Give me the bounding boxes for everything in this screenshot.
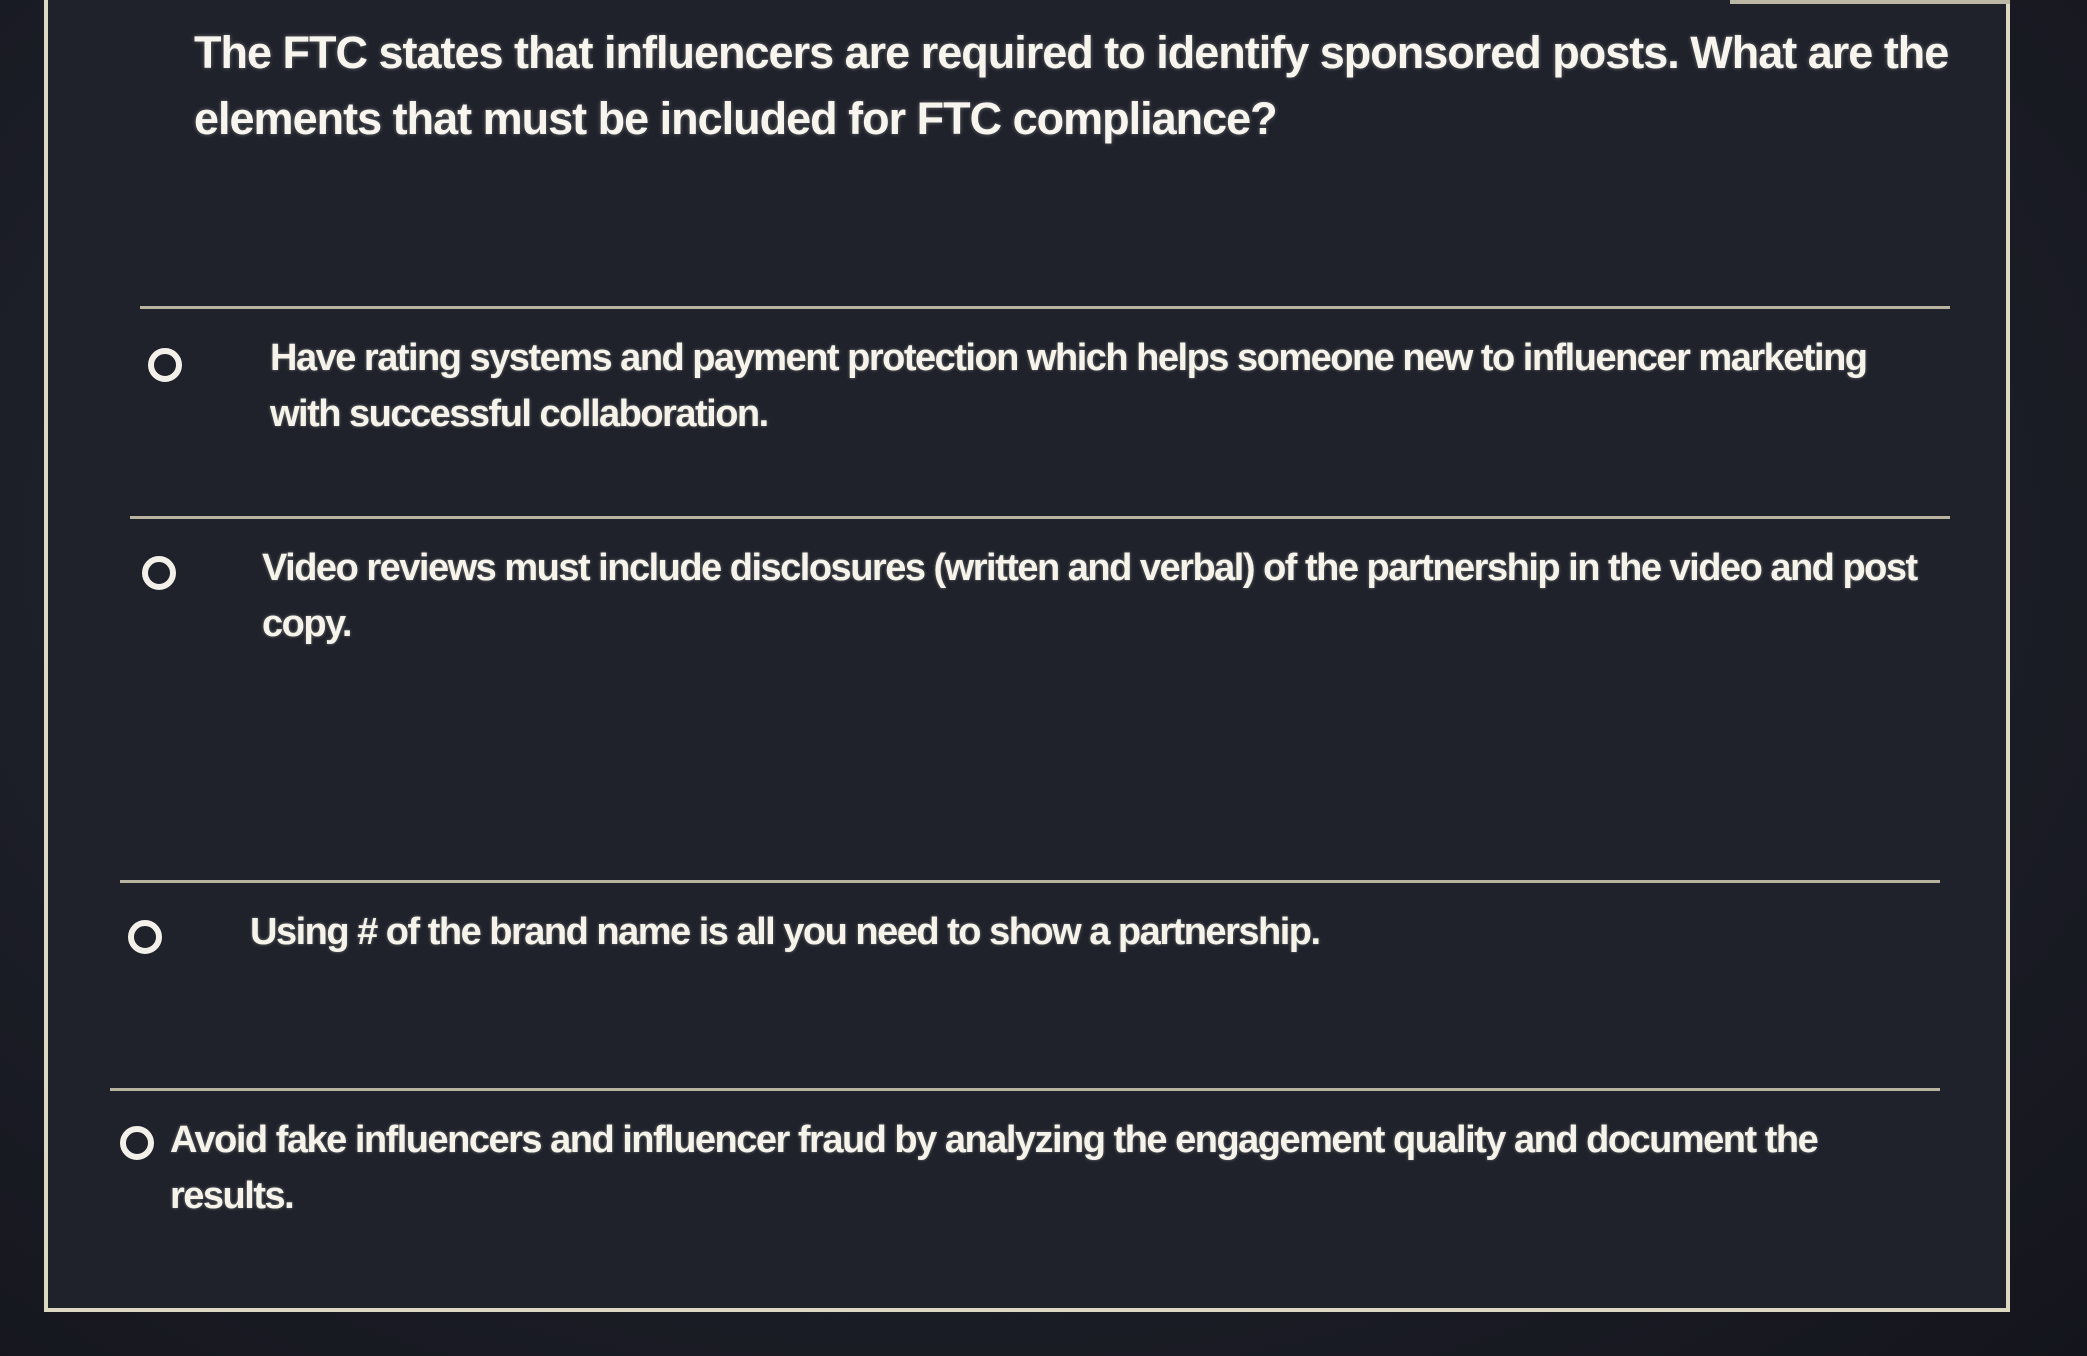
divider bbox=[120, 880, 1940, 883]
radio-button-icon[interactable] bbox=[148, 348, 182, 382]
answer-option-label: Have rating systems and payment protecti… bbox=[270, 337, 1868, 435]
answer-option-4[interactable]: Avoid fake influencers and influencer fr… bbox=[48, 1112, 2008, 1262]
question-card: The FTC states that influencers are requ… bbox=[44, 0, 2010, 1312]
answer-option-label: Video reviews must include disclosures (… bbox=[262, 547, 1918, 645]
answer-option-3[interactable]: Using # of the brand name is all you nee… bbox=[48, 904, 2008, 1074]
radio-button-icon[interactable] bbox=[120, 1126, 154, 1160]
question-text: The FTC states that influencers are requ… bbox=[194, 27, 1949, 144]
card-top-edge bbox=[1730, 0, 2010, 4]
radio-button-icon[interactable] bbox=[142, 556, 176, 590]
answer-option-label: Using # of the brand name is all you nee… bbox=[250, 911, 1321, 953]
divider bbox=[110, 1088, 1940, 1091]
answer-option-1[interactable]: Have rating systems and payment protecti… bbox=[48, 330, 2008, 490]
answer-option-label: Avoid fake influencers and influencer fr… bbox=[170, 1119, 1819, 1217]
answer-option-2[interactable]: Video reviews must include disclosures (… bbox=[48, 540, 2008, 870]
radio-button-icon[interactable] bbox=[128, 920, 162, 954]
divider bbox=[140, 306, 1950, 309]
divider bbox=[130, 516, 1950, 519]
